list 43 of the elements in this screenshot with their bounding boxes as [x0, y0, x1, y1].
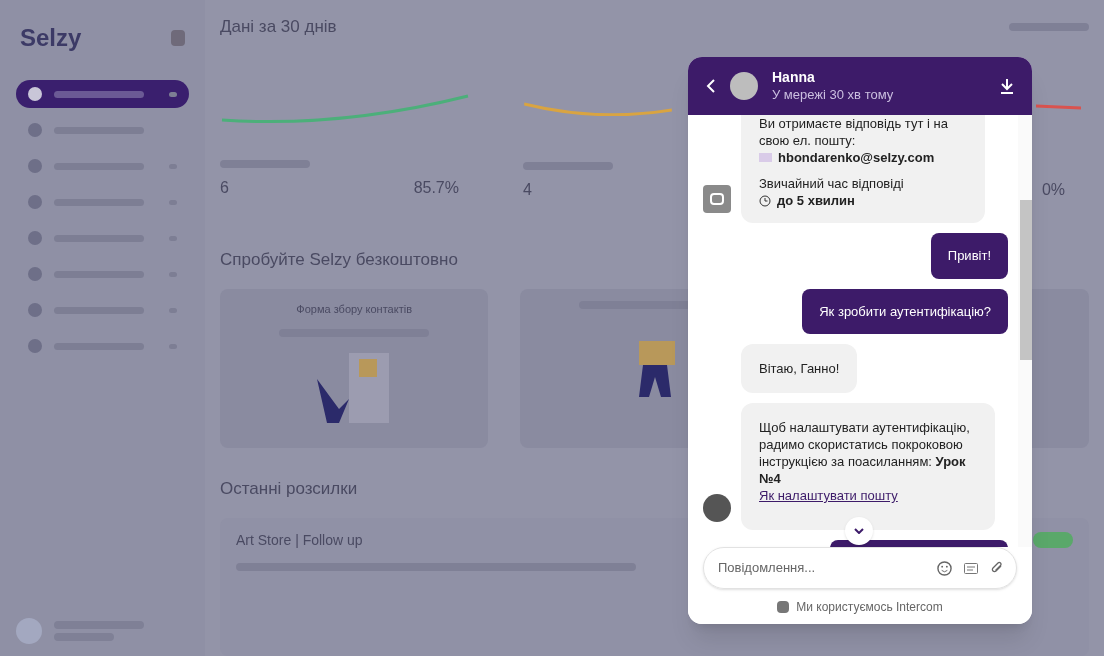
- response-label: Звичайний час відповіді: [759, 175, 905, 192]
- agent-status: У мережі 30 хв тому: [772, 86, 894, 103]
- section-title: Спробуйте Selzy безкоштовно: [220, 249, 458, 272]
- menu-icon: [28, 339, 42, 353]
- message-text: Вітаю, Ганно!: [759, 360, 840, 377]
- message-text: Як зробити аутентифікацію?: [819, 303, 991, 319]
- promo-card[interactable]: Форма збору контактів: [220, 288, 489, 449]
- message-text: Ви отримаєте відповідь тут і на свою ел. пошту:: [759, 115, 949, 149]
- email-text: hbondarenko@selzy.com: [778, 149, 935, 166]
- scrollbar-track[interactable]: [1018, 115, 1032, 547]
- clock-icon: [759, 194, 771, 207]
- smile-icon[interactable]: [937, 560, 952, 576]
- envelope-icon: [759, 153, 772, 162]
- chevron-down-icon: [854, 528, 864, 534]
- paperclip-icon[interactable]: [990, 561, 1004, 575]
- menu-icon: [28, 159, 42, 173]
- menu-icon: [28, 87, 42, 101]
- stat-percent: 0%: [1041, 179, 1065, 200]
- menu-icon: [28, 267, 42, 281]
- logo: Selzy: [20, 23, 82, 53]
- stat-percent: 85.7%: [413, 177, 459, 198]
- card-title: Форма збору контактів: [296, 301, 412, 317]
- help-link[interactable]: Як налаштувати пошту: [759, 488, 898, 503]
- stat-value: 6: [220, 177, 229, 198]
- message-text: Привіт!: [947, 248, 991, 263]
- stat-value: 4: [523, 179, 532, 200]
- scrollbar-thumb[interactable]: [1020, 200, 1032, 360]
- response-time: до 5 хвилин: [777, 192, 855, 209]
- section-title: Дані за 30 днів: [220, 16, 337, 38]
- footer-text: Ми користуємось Intercom: [796, 599, 943, 616]
- download-icon[interactable]: [1000, 78, 1014, 94]
- sidebar-item[interactable]: [16, 80, 189, 108]
- menu-icon: [28, 195, 42, 209]
- agent-name: Hanna: [772, 69, 816, 86]
- menu-icon: [28, 303, 42, 317]
- back-icon[interactable]: [706, 79, 716, 93]
- campaign-name: Art Store | Follow up: [236, 530, 363, 550]
- message-input[interactable]: Повідомлення...: [718, 558, 925, 578]
- section-title: Останні розсилки: [220, 478, 358, 501]
- message-text: Щоб налаштувати аутентифікацію, радимо скористатись покроковою інструкцією за поасиланням: Урок №4: [759, 419, 971, 487]
- bot-icon: [703, 185, 731, 213]
- menu-icon: [28, 123, 42, 137]
- menu-icon: [28, 231, 42, 245]
